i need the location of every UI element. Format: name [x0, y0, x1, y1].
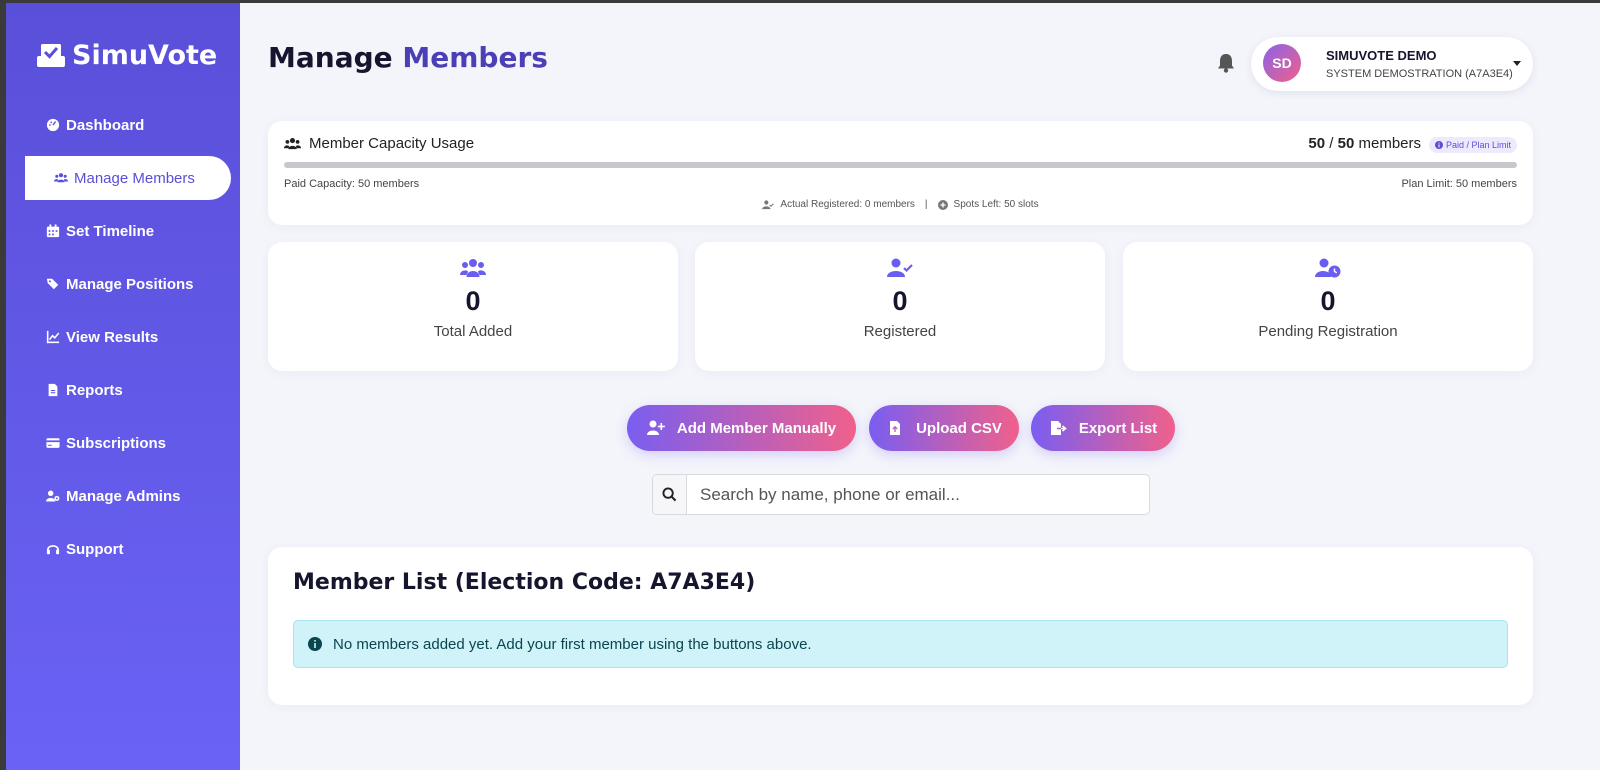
sidebar-item-reports[interactable]: Reports [46, 368, 236, 412]
empty-state-message: No members added yet. Add your first mem… [333, 635, 812, 653]
stat-value: 0 [892, 286, 908, 316]
sidebar-item-dashboard[interactable]: Dashboard [46, 103, 236, 147]
sidebar-item-label: View Results [66, 328, 159, 346]
member-list-title: Member List (Election Code: A7A3E4) [293, 570, 756, 595]
sidebar-item-manage-admins[interactable]: Manage Admins [46, 474, 236, 518]
page-title-accent: Members [402, 41, 548, 74]
stat-label: Pending Registration [1258, 323, 1398, 340]
capacity-progress-fill [284, 162, 1517, 168]
member-list-card: Member List (Election Code: A7A3E4) No m… [268, 547, 1533, 705]
sidebar-item-label: Manage Members [74, 169, 195, 187]
sidebar-item-label: Set Timeline [66, 222, 155, 240]
sidebar-item-manage-members[interactable]: Manage Members [25, 156, 231, 200]
credit-card-icon [46, 438, 60, 448]
notification-bell-icon[interactable] [1215, 52, 1237, 74]
page-title: Manage Members [268, 41, 548, 74]
stat-value: 0 [1320, 286, 1336, 316]
add-member-button-label: Add Member Manually [676, 419, 837, 437]
sidebar-item-manage-positions[interactable]: Manage Positions [46, 262, 236, 306]
capacity-count: 50 / 50 members [1308, 135, 1421, 152]
search-input[interactable] [687, 475, 1149, 514]
users-icon [460, 259, 486, 277]
stat-card-pending-registration: 0 Pending Registration [1123, 242, 1533, 371]
tags-icon [46, 278, 59, 290]
user-subtitle: SYSTEM DEMOSTRATION (A7A3E4) [1326, 68, 1513, 80]
search-button[interactable] [653, 475, 687, 514]
file-upload-icon [890, 421, 901, 435]
file-export-icon [1050, 421, 1067, 435]
users-icon [284, 137, 301, 149]
export-list-button[interactable]: Export List [1031, 405, 1175, 451]
sidebar-item-support[interactable]: Support [46, 527, 236, 571]
sidebar-item-label: Reports [66, 381, 123, 399]
calendar-icon [46, 224, 60, 238]
app-frame: SimuVote Dashboard Manage Members Set Ti… [6, 3, 1600, 770]
capacity-separator: / [1325, 135, 1338, 152]
headset-icon [46, 545, 60, 555]
user-gear-icon [46, 490, 60, 502]
chart-icon [46, 330, 60, 344]
sidebar-item-label: Support [66, 540, 124, 558]
capacity-card: Member Capacity Usage 50 / 50 members Pa… [268, 121, 1533, 225]
users-icon [54, 173, 68, 183]
sidebar-item-label: Manage Admins [66, 487, 181, 505]
paid-capacity: Paid Capacity: 50 members [284, 178, 420, 190]
empty-state-alert: No members added yet. Add your first mem… [293, 620, 1508, 668]
info-icon [308, 637, 322, 651]
user-plus-icon [646, 420, 665, 435]
dashboard-icon [46, 118, 60, 132]
capacity-details: Actual Registered: 0 members | Spots Lef… [268, 199, 1533, 210]
plan-limit-badge-label: Paid / Plan Limit [1445, 140, 1511, 150]
sidebar-item-label: Dashboard [66, 116, 145, 134]
chevron-down-icon[interactable] [1513, 61, 1521, 66]
user-clock-icon [1315, 258, 1341, 278]
sidebar-item-set-timeline[interactable]: Set Timeline [46, 209, 236, 253]
spots-left: Spots Left: 50 slots [953, 199, 1039, 210]
avatar: SD [1263, 44, 1301, 82]
sidebar-item-subscriptions[interactable]: Subscriptions [46, 421, 236, 465]
stat-card-total-added: 0 Total Added [268, 242, 678, 371]
export-list-button-label: Export List [1078, 419, 1158, 437]
user-menu[interactable]: SD SIMUVOTE DEMO SYSTEM DEMOSTRATION (A7… [1251, 37, 1533, 91]
stat-card-registered: 0 Registered [695, 242, 1105, 371]
info-icon [1434, 141, 1443, 149]
user-check-icon [762, 199, 775, 209]
upload-csv-button[interactable]: Upload CSV [869, 405, 1019, 451]
page-title-main: Manage [268, 41, 393, 74]
brand-logo[interactable]: SimuVote [36, 39, 217, 71]
capacity-used: 50 [1308, 135, 1326, 152]
search-icon [662, 487, 677, 502]
brand-name: SimuVote [72, 39, 218, 71]
search-bar [652, 474, 1150, 515]
plan-limit-badge: Paid / Plan Limit [1428, 137, 1517, 153]
capacity-title: Member Capacity Usage [309, 135, 475, 152]
add-member-button[interactable]: Add Member Manually [627, 405, 856, 451]
sidebar-item-view-results[interactable]: View Results [46, 315, 236, 359]
details-divider: | [924, 199, 928, 210]
plan-limit: Plan Limit: 50 members [1401, 178, 1517, 190]
stat-label: Registered [863, 323, 937, 340]
capacity-total: 50 [1337, 135, 1355, 152]
user-check-icon [887, 258, 913, 277]
user-name: SIMUVOTE DEMO [1326, 48, 1437, 63]
capacity-unit: members [1354, 135, 1421, 152]
capacity-progress-bar [284, 162, 1517, 168]
sidebar-item-label: Manage Positions [66, 275, 194, 293]
stat-value: 0 [465, 286, 481, 316]
sidebar: SimuVote Dashboard Manage Members Set Ti… [6, 3, 240, 770]
upload-csv-button-label: Upload CSV [916, 419, 1002, 437]
actual-registered: Actual Registered: 0 members [780, 199, 915, 210]
file-icon [48, 383, 58, 397]
stat-label: Total Added [433, 323, 513, 340]
vote-box-icon [37, 44, 65, 67]
sidebar-item-label: Subscriptions [66, 434, 167, 452]
capacity-title-row: Member Capacity Usage [284, 135, 474, 152]
plus-circle-icon [937, 199, 948, 210]
